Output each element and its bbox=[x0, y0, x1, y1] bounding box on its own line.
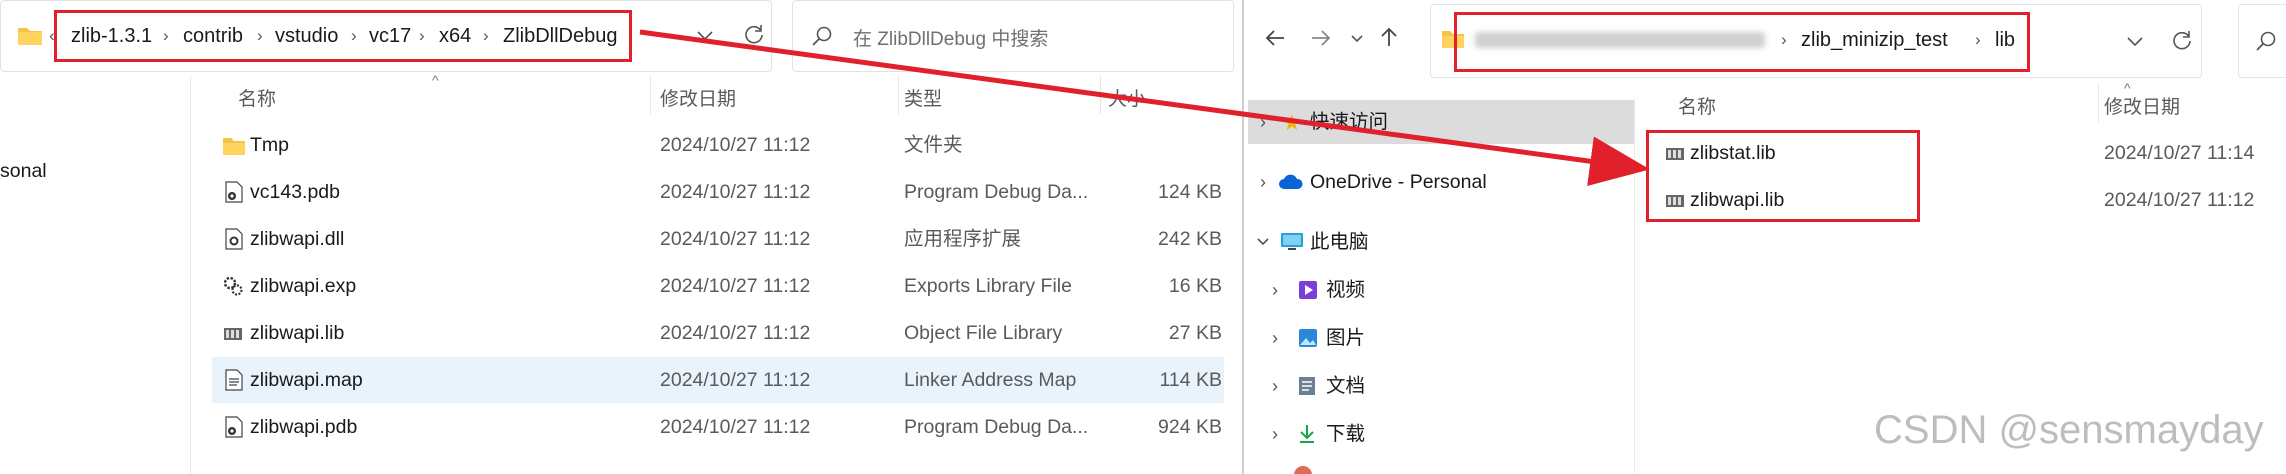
watermark: CSDN @sensmayday bbox=[1874, 408, 2264, 452]
annotation-arrow bbox=[639, 29, 1650, 187]
